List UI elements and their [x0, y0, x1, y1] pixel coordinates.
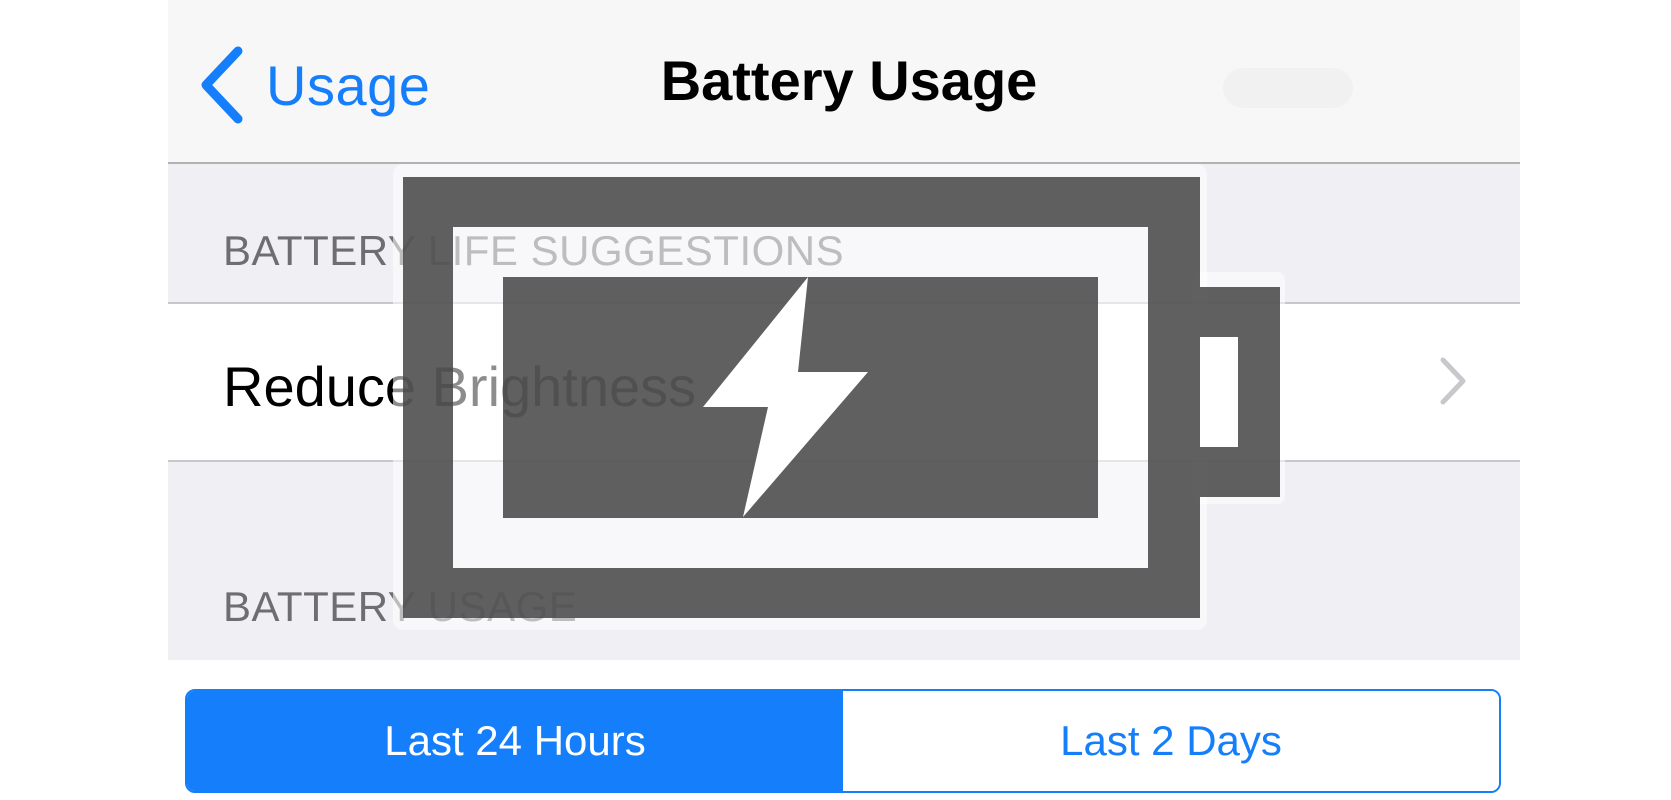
screenshot-stage: Usage Battery Usage BATTERY LIFE SUGGEST… — [0, 0, 1671, 800]
chevron-right-icon — [1440, 357, 1466, 405]
cell-label: Reduce Brightness — [223, 355, 697, 418]
time-range-segmented-control[interactable]: Last 24 Hours Last 2 Days — [185, 689, 1501, 793]
section-header-suggestions: BATTERY LIFE SUGGESTIONS — [223, 227, 845, 274]
reduce-brightness-cell[interactable]: Reduce Brightness — [168, 302, 1520, 462]
faded-nav-item — [1223, 68, 1353, 108]
segment-last-2-days[interactable]: Last 2 Days — [843, 691, 1499, 791]
segment-last-24-hours[interactable]: Last 24 Hours — [187, 691, 843, 791]
navigation-bar: Usage Battery Usage — [168, 0, 1520, 164]
section-header-battery-usage: BATTERY USAGE — [223, 583, 578, 630]
